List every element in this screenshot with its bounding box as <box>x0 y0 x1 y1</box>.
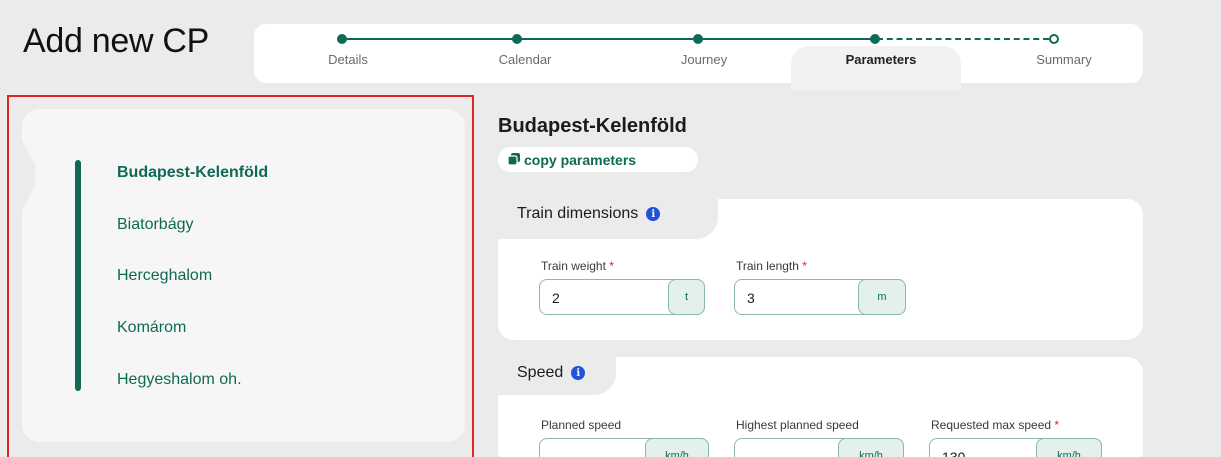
required-marker: * <box>609 259 614 273</box>
copy-parameters-label: copy parameters <box>524 151 637 168</box>
train-weight-label-text: Train weight <box>541 259 606 273</box>
requested-max-speed-label: Requested max speed * <box>931 418 1059 432</box>
speed-title: Speed i <box>517 364 586 382</box>
planned-speed-unit: km/h <box>645 438 709 457</box>
train-dimensions-title: Train dimensions i <box>517 205 661 223</box>
train-dimensions-group: Train dimensions i Train weight * 2 t Tr… <box>498 199 1143 340</box>
copy-icon <box>508 153 520 165</box>
requested-max-speed-input[interactable]: 130 km/h <box>929 438 1102 457</box>
station-item-budapest-kelenfold[interactable]: Budapest-Kelenföld <box>117 164 268 182</box>
step-dot-calendar[interactable] <box>512 34 522 44</box>
copy-parameters-button[interactable]: copy parameters <box>498 147 698 172</box>
step-dot-parameters[interactable] <box>870 34 880 44</box>
info-icon[interactable]: i <box>646 207 661 221</box>
step-label-calendar[interactable]: Calendar <box>499 52 552 67</box>
station-item-biatorbagy[interactable]: Biatorbágy <box>117 216 194 234</box>
train-length-input[interactable]: 3 m <box>734 279 906 315</box>
station-item-herceghalom[interactable]: Herceghalom <box>117 267 212 285</box>
requested-max-speed-unit: km/h <box>1036 438 1102 457</box>
step-label-parameters[interactable]: Parameters <box>846 52 917 67</box>
page-title: Add new CP <box>23 22 209 60</box>
train-length-unit: m <box>858 279 906 315</box>
requested-max-speed-label-text: Requested max speed <box>931 418 1052 432</box>
info-icon[interactable]: i <box>571 366 586 380</box>
required-marker: * <box>802 259 807 273</box>
step-label-details[interactable]: Details <box>328 52 368 67</box>
requested-max-speed-value: 130 <box>942 449 966 457</box>
highest-planned-speed-label: Highest planned speed <box>736 418 859 432</box>
train-weight-label: Train weight * <box>541 259 614 273</box>
station-item-komarom[interactable]: Komárom <box>117 319 186 337</box>
step-dot-details[interactable] <box>337 34 347 44</box>
train-length-value: 3 <box>747 290 755 306</box>
step-dot-journey[interactable] <box>693 34 703 44</box>
train-length-label: Train length * <box>736 259 807 273</box>
speed-label: Speed <box>517 364 564 381</box>
planned-speed-input[interactable]: km/h <box>539 438 709 457</box>
station-item-hegyeshalom[interactable]: Hegyeshalom oh. <box>117 371 242 389</box>
station-title: Budapest-Kelenföld <box>498 115 687 137</box>
planned-speed-label: Planned speed <box>541 418 622 432</box>
step-dot-summary[interactable] <box>1049 34 1059 44</box>
train-length-label-text: Train length <box>736 259 799 273</box>
train-weight-unit: t <box>668 279 705 315</box>
stepper-remaining-line <box>877 38 1049 40</box>
speed-group: Speed i Planned speed km/h Highest plann… <box>498 357 1143 457</box>
step-label-journey[interactable]: Journey <box>681 52 727 67</box>
train-weight-input[interactable]: 2 t <box>539 279 705 315</box>
train-weight-value: 2 <box>552 290 560 306</box>
required-marker: * <box>1054 418 1060 432</box>
step-label-summary[interactable]: Summary <box>1036 52 1092 67</box>
highest-planned-speed-input[interactable]: km/h <box>734 438 904 457</box>
train-dimensions-label: Train dimensions <box>517 205 639 222</box>
stepper-progress-line <box>342 38 872 40</box>
highest-planned-speed-unit: km/h <box>838 438 904 457</box>
station-timeline-bar <box>75 160 81 391</box>
station-list-card <box>22 109 465 442</box>
progress-stepper: Details Calendar Journey Parameters Summ… <box>254 24 1143 90</box>
